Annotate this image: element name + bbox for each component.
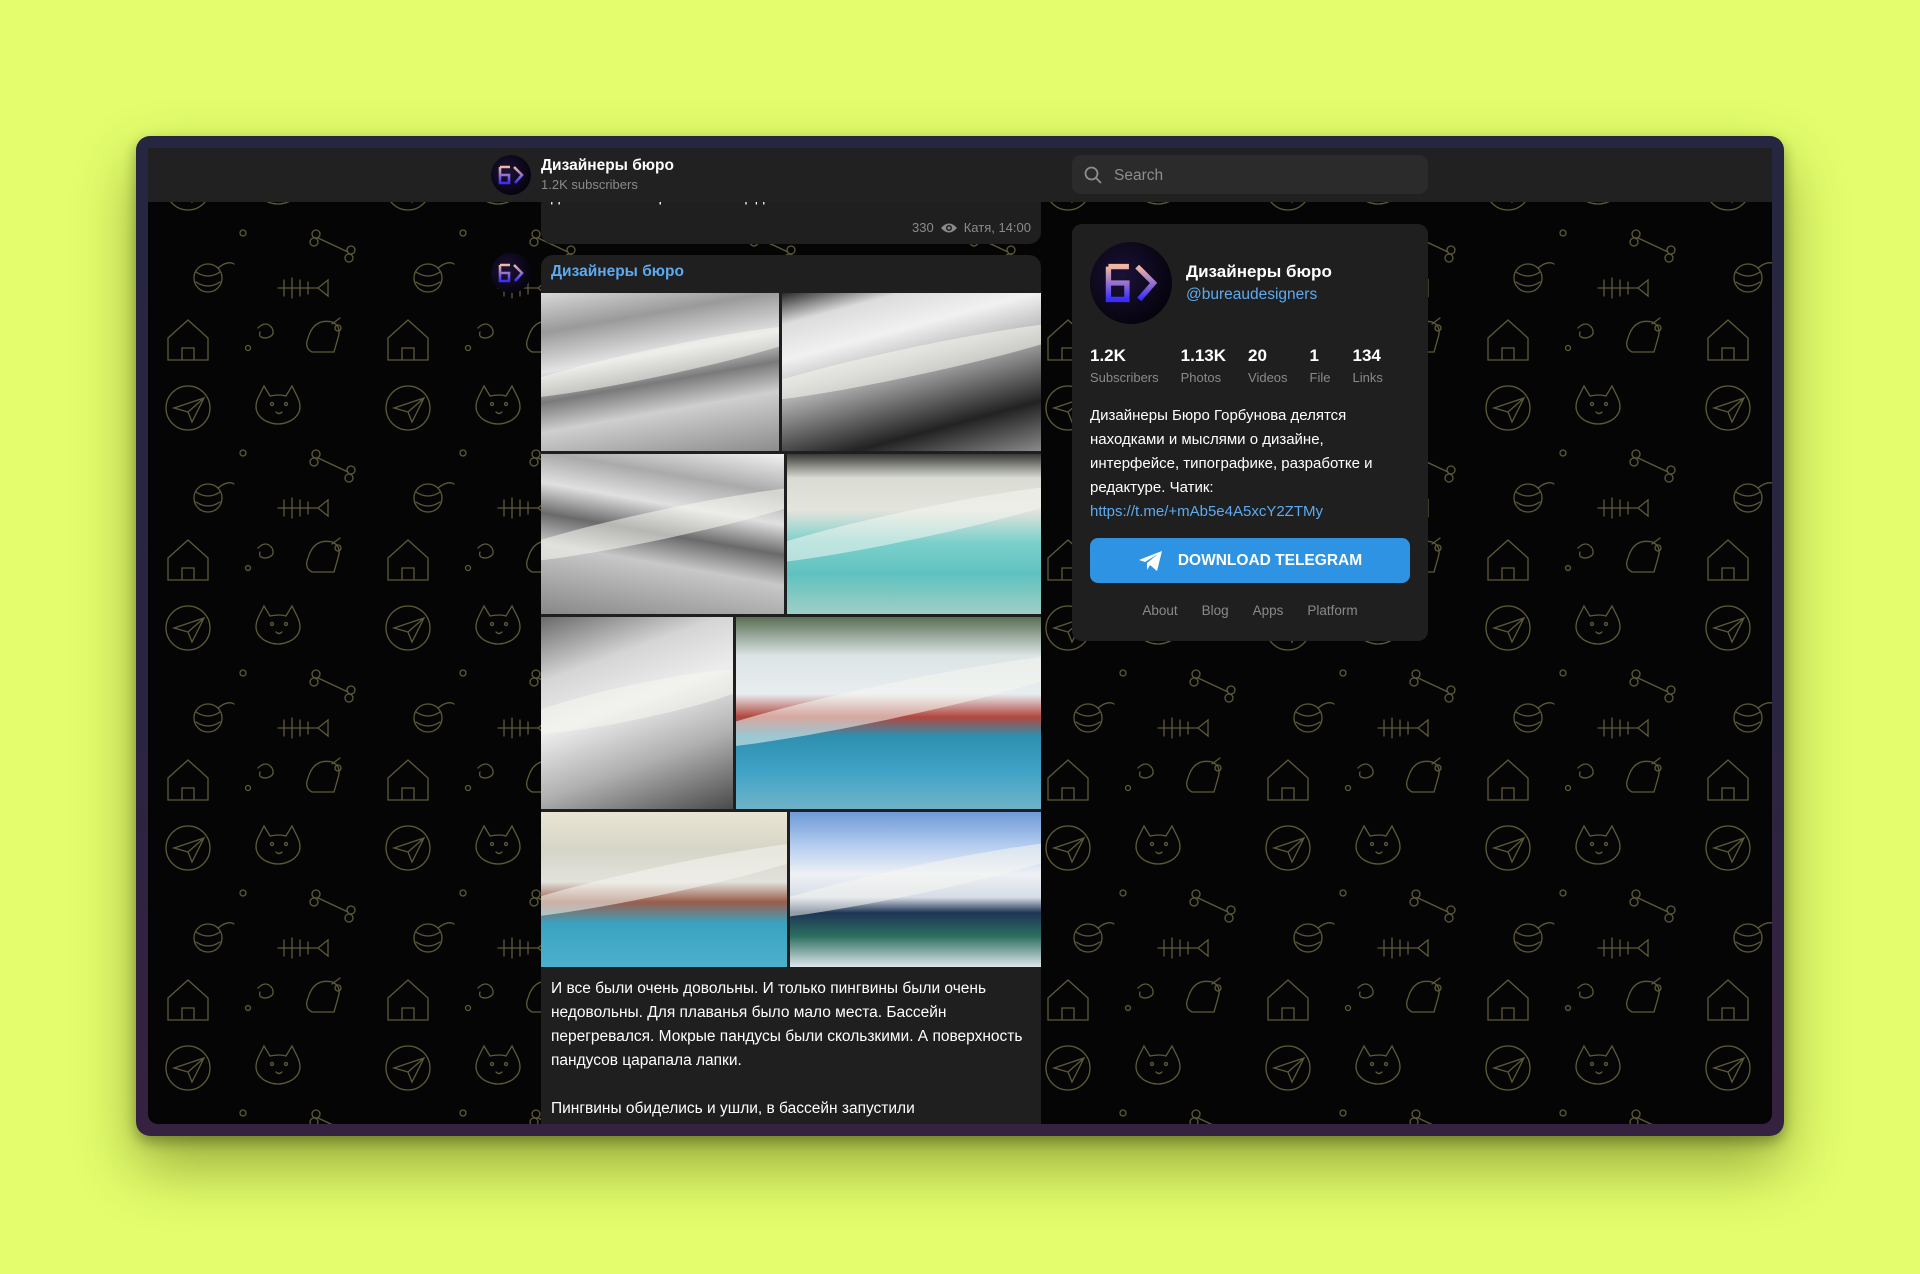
- post-paragraph: Пингвины обиделись и ушли, в бассейн зап…: [551, 1100, 915, 1117]
- telegram-web-screen: Дизайнеры бюро 1.2K subscribers добавили…: [148, 148, 1772, 1124]
- stat-value: 134: [1352, 346, 1381, 365]
- message-author-avatar[interactable]: [491, 253, 531, 293]
- stat-subscribers[interactable]: 1.2K Subscribers: [1090, 346, 1159, 385]
- stat-value: 1.2K: [1090, 346, 1126, 365]
- telegram-plane-icon: [1138, 550, 1162, 571]
- bureau-logo-icon: [1105, 263, 1158, 303]
- view-count: 330: [912, 220, 934, 235]
- channel-post: Дизайнеры бюро И все были очень довольны…: [541, 255, 1041, 1124]
- eye-icon: [940, 223, 957, 232]
- album-photo[interactable]: [790, 812, 1041, 967]
- stat-label: Videos: [1248, 370, 1288, 385]
- channel-title[interactable]: Дизайнеры бюро: [541, 157, 674, 175]
- album-photo[interactable]: [782, 293, 1041, 451]
- post-paragraph: И все были очень довольны. И только пинг…: [551, 980, 1023, 1069]
- album-photo[interactable]: [541, 454, 784, 614]
- stat-files[interactable]: 1 File: [1310, 346, 1331, 385]
- description-text: Дизайнеры Бюро Горбунова делятся находка…: [1090, 407, 1373, 496]
- album-photo[interactable]: [541, 617, 733, 809]
- footer-link-platform[interactable]: Platform: [1307, 603, 1357, 618]
- stat-label: Links: [1352, 370, 1383, 385]
- bureau-logo-icon: [498, 165, 524, 185]
- app-window: Дизайнеры бюро 1.2K subscribers добавили…: [136, 136, 1784, 1136]
- message-signature: Катя, 14:00: [963, 220, 1031, 235]
- search-input[interactable]: [1112, 155, 1416, 196]
- stat-value: 1.13K: [1180, 346, 1227, 365]
- chat-invite-link[interactable]: https://t.me/+mAb5e4A5xcY2ZTMy: [1090, 503, 1323, 520]
- channel-username-link[interactable]: @bureaudesigners: [1186, 286, 1317, 304]
- post-author[interactable]: Дизайнеры бюро: [551, 263, 684, 281]
- footer-links: About Blog Apps Platform: [1072, 603, 1428, 618]
- download-telegram-button[interactable]: DOWNLOAD TELEGRAM: [1090, 538, 1410, 583]
- stat-label: Subscribers: [1090, 370, 1159, 385]
- channel-description: Дизайнеры Бюро Горбунова делятся находка…: [1090, 404, 1410, 524]
- channel-avatar-large: [1090, 242, 1172, 324]
- panel-channel-title: Дизайнеры бюро: [1186, 262, 1332, 281]
- channel-header[interactable]: Дизайнеры бюро 1.2K subscribers: [148, 148, 1772, 202]
- download-button-label: DOWNLOAD TELEGRAM: [1177, 551, 1363, 569]
- message-meta: 330 Катя, 14:00: [912, 220, 1031, 235]
- channel-stats: 1.2K Subscribers 1.13K Photos 20 Videos …: [1090, 346, 1405, 385]
- album-photo[interactable]: [541, 812, 787, 967]
- subscriber-count: 1.2K subscribers: [541, 177, 638, 192]
- album-photo[interactable]: [541, 293, 779, 451]
- album-photo[interactable]: [736, 617, 1041, 809]
- footer-link-about[interactable]: About: [1142, 603, 1177, 618]
- post-text: И все были очень довольны. И только пинг…: [551, 977, 1031, 1124]
- bureau-logo-icon: [498, 263, 524, 283]
- search-box[interactable]: [1072, 155, 1428, 196]
- stat-label: Photos: [1180, 370, 1222, 385]
- album-photo[interactable]: [787, 454, 1041, 614]
- stat-photos[interactable]: 1.13K Photos: [1181, 346, 1226, 385]
- search-icon: [1084, 166, 1102, 184]
- stat-value: 1: [1309, 346, 1319, 365]
- channel-avatar[interactable]: [491, 155, 531, 195]
- stat-videos[interactable]: 20 Videos: [1248, 346, 1288, 385]
- stat-links[interactable]: 134 Links: [1352, 346, 1382, 385]
- channel-info-panel: Дизайнеры бюро @bureaudesigners 1.2K Sub…: [1072, 224, 1428, 641]
- stat-label: File: [1309, 370, 1331, 385]
- footer-link-blog[interactable]: Blog: [1202, 603, 1229, 618]
- footer-link-apps[interactable]: Apps: [1253, 603, 1284, 618]
- stat-value: 20: [1248, 346, 1267, 365]
